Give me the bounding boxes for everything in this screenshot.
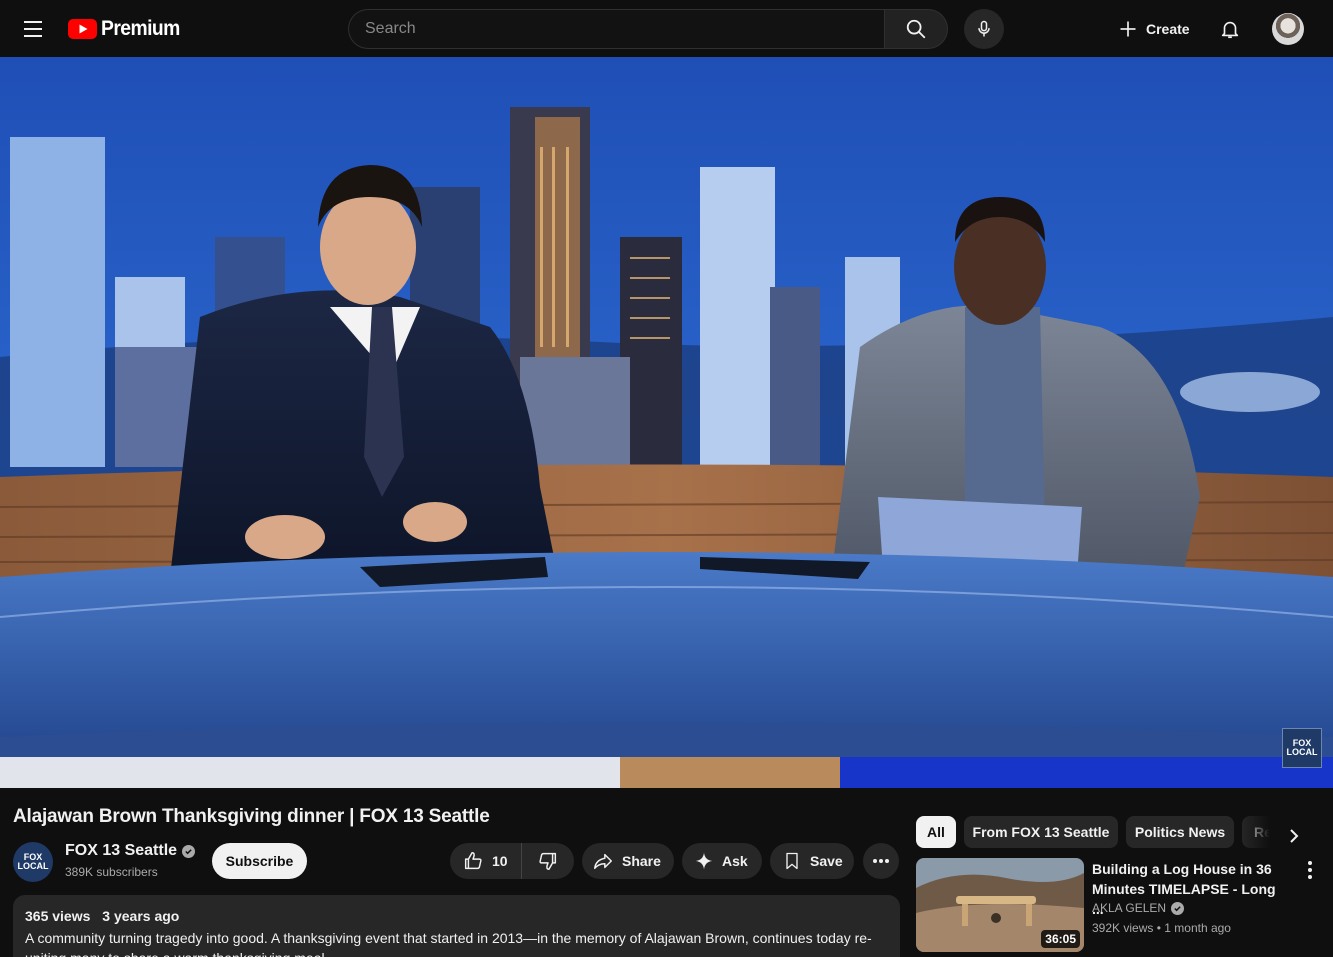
channel-avatar[interactable]: FOX LOCAL [13,842,53,882]
recommendation-thumbnail[interactable]: 36:05 [916,858,1084,952]
watermark-line2: LOCAL [1286,747,1318,757]
description-meta: 365 views 3 years ago [25,908,888,924]
video-duration: 36:05 [1041,930,1080,948]
search-box [348,9,885,49]
youtube-premium-logo[interactable]: Premium [68,16,187,42]
masthead: Premium Create [0,0,1333,57]
microphone-icon [978,20,990,37]
notifications-button[interactable] [1210,9,1250,49]
recommendation-channel-link[interactable]: AKLA GELEN [1092,901,1185,915]
search-button[interactable] [884,9,948,49]
more-vertical-icon [1308,861,1312,865]
save-label: Save [810,853,843,869]
ask-button[interactable]: Ask [682,843,762,879]
sparkle-icon [695,852,713,870]
recommendation-age: 1 month ago [1164,921,1231,935]
more-actions-button[interactable] [863,843,899,879]
subscriber-count: 389K subscribers [65,865,158,879]
ask-label: Ask [722,853,748,869]
video-player[interactable]: FOX LOCAL [0,57,1333,788]
more-horizontal-icon [873,859,889,863]
dislike-button[interactable] [522,843,574,879]
chip-all[interactable]: All [916,816,956,848]
search-input[interactable] [349,10,885,48]
thumbs-up-icon [464,852,482,870]
save-button[interactable]: Save [770,843,854,879]
recommendation-channel: AKLA GELEN [1092,901,1167,915]
youtube-play-icon [68,19,97,39]
channel-name-link[interactable]: FOX 13 Seattle [65,842,196,860]
video-frame [0,57,1333,788]
video-title: Alajawan Brown Thanksgiving dinner | FOX… [13,806,490,827]
description-text: A community turning tragedy into good. A… [25,930,872,957]
subscribe-button[interactable]: Subscribe [212,843,307,879]
logo-text: Premium [101,17,180,40]
search-icon [906,19,926,39]
share-icon [594,853,612,870]
verified-badge-icon [182,844,196,858]
chip-from-fox13[interactable]: From FOX 13 Seattle [964,816,1118,848]
account-avatar[interactable] [1272,13,1304,45]
thumbs-down-icon [539,852,557,870]
recommendation-views: 392K views [1092,921,1154,935]
bookmark-icon [786,852,798,870]
plus-icon [1120,21,1136,37]
bell-icon [1221,21,1239,39]
view-count: 365 views [25,908,91,924]
channel-watermark[interactable]: FOX LOCAL [1282,728,1322,768]
description-box[interactable]: 365 views 3 years ago A community turnin… [13,895,900,957]
voice-search-button[interactable] [964,9,1004,49]
chip-scroll-next-button[interactable] [1278,820,1310,852]
like-dislike-group: 10 [450,843,574,879]
chip-politics-news[interactable]: Politics News [1126,816,1234,848]
chevron-right-icon [1290,829,1299,843]
channel-avatar-line2: LOCAL [17,861,49,871]
publish-date: 3 years ago [102,908,180,924]
guide-menu-button[interactable] [13,9,53,49]
create-label: Create [1146,21,1190,37]
share-button[interactable]: Share [582,843,674,879]
chip-truncated[interactable]: Re [1242,816,1282,848]
recommendation-meta: 392K views • 1 month ago [1092,921,1231,935]
hamburger-icon [24,21,42,23]
like-button[interactable]: 10 [450,843,522,879]
create-button[interactable]: Create [1106,9,1202,49]
share-label: Share [622,853,661,869]
recommendation-menu-button[interactable] [1300,858,1320,882]
channel-name: FOX 13 Seattle [65,842,178,859]
verified-badge-icon [1171,901,1185,915]
like-count: 10 [492,853,508,869]
